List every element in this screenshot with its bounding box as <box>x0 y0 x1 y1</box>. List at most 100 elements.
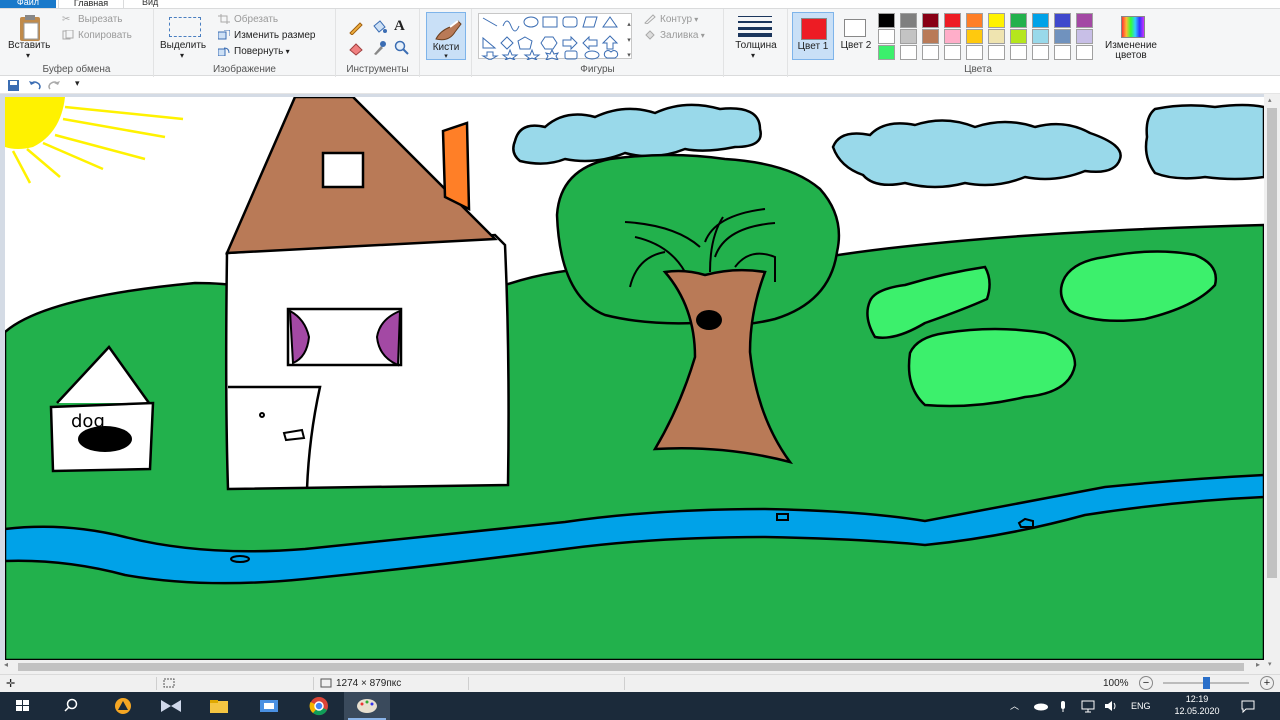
palette-color-swatch[interactable] <box>988 13 1005 28</box>
palette-color-swatch[interactable] <box>944 45 961 60</box>
tab-file[interactable]: Файл <box>0 0 56 8</box>
palette-color-swatch[interactable] <box>878 13 895 28</box>
taskbar-app-2[interactable] <box>148 692 194 720</box>
palette-color-swatch[interactable] <box>988 29 1005 44</box>
zoom-slider-thumb[interactable] <box>1203 677 1210 689</box>
start-button[interactable] <box>0 692 46 720</box>
input-language[interactable]: ENG <box>1131 692 1151 720</box>
scroll-right-icon[interactable]: ▸ <box>1256 660 1260 669</box>
notifications-icon[interactable] <box>1240 692 1256 720</box>
select-dropdown-icon[interactable]: ▾ <box>180 51 184 60</box>
size-button[interactable]: Толщина <box>730 40 782 51</box>
onedrive-icon[interactable] <box>1033 692 1049 720</box>
tab-home[interactable]: Главная <box>58 0 124 8</box>
fill-button[interactable]: Заливка ▾ <box>644 30 705 41</box>
microphone-icon[interactable] <box>1058 692 1068 720</box>
scroll-left-icon[interactable]: ◂ <box>4 660 8 669</box>
palette-color-swatch[interactable] <box>1010 29 1027 44</box>
crop-button[interactable]: Обрезать <box>218 14 278 25</box>
outline-button[interactable]: Контур ▾ <box>644 14 698 25</box>
zoom-in-button[interactable]: + <box>1260 676 1274 690</box>
chimney <box>441 121 471 212</box>
taskbar-app-3[interactable] <box>246 692 292 720</box>
edit-colors-button[interactable]: Изменение цветов <box>1098 13 1164 61</box>
tab-view[interactable]: Вид <box>130 0 170 8</box>
select-icon[interactable] <box>169 17 201 37</box>
text-tool-icon[interactable]: A <box>394 18 410 34</box>
search-button[interactable] <box>48 692 94 720</box>
tray-overflow-icon[interactable]: ︿ <box>1010 692 1019 720</box>
palette-color-swatch[interactable] <box>1076 45 1093 60</box>
cut-button[interactable]: ✂ Вырезать <box>62 14 122 25</box>
crop-label: Обрезать <box>234 14 279 25</box>
paint-taskbar-button[interactable] <box>344 692 390 720</box>
color-picker-icon[interactable] <box>371 40 387 56</box>
palette-color-swatch[interactable] <box>922 45 939 60</box>
cursor-position-icon: ✛ <box>6 678 16 690</box>
network-icon[interactable] <box>1080 692 1096 720</box>
color2-button[interactable]: Цвет 2 <box>838 12 874 60</box>
palette-color-swatch[interactable] <box>900 45 917 60</box>
paste-button[interactable]: Вставить <box>8 40 50 51</box>
shapes-gallery[interactable]: ▴ ▾ ▾ <box>478 13 632 61</box>
palette-color-swatch[interactable] <box>900 13 917 28</box>
paste-icon[interactable] <box>16 14 44 42</box>
palette-color-swatch[interactable] <box>966 45 983 60</box>
palette-color-swatch[interactable] <box>988 45 1005 60</box>
chrome-button[interactable] <box>296 692 342 720</box>
file-explorer-button[interactable] <box>196 692 242 720</box>
scroll-down-icon[interactable]: ▾ <box>1268 660 1272 668</box>
qat-customize-icon[interactable]: ▾ <box>75 78 80 89</box>
palette-color-swatch[interactable] <box>1032 13 1049 28</box>
horizontal-scrollbar[interactable]: ◂ ▸ <box>0 660 1264 674</box>
drawing-canvas[interactable]: dog <box>5 97 1264 660</box>
taskbar-app-1[interactable] <box>100 692 146 720</box>
undo-icon[interactable] <box>28 78 41 91</box>
eraser-icon[interactable] <box>348 40 364 56</box>
palette-color-swatch[interactable] <box>966 29 983 44</box>
search-icon <box>64 698 78 712</box>
save-icon[interactable] <box>8 80 19 91</box>
cloud-2 <box>831 119 1122 189</box>
brushes-button[interactable]: Кисти ▾ <box>426 12 466 60</box>
palette-color-swatch[interactable] <box>944 29 961 44</box>
palette-color-swatch[interactable] <box>1032 29 1049 44</box>
rotate-button[interactable]: Повернуть ▾ <box>217 46 290 57</box>
copy-button[interactable]: Копировать <box>62 29 132 41</box>
resize-button[interactable]: Изменить размер <box>217 29 315 41</box>
palette-color-swatch[interactable] <box>1076 13 1093 28</box>
magnifier-icon[interactable] <box>394 40 410 56</box>
zoom-out-button[interactable]: − <box>1139 676 1153 690</box>
vertical-scrollbar[interactable]: ▴ <box>1264 94 1280 660</box>
pencil-icon[interactable] <box>348 19 364 36</box>
palette-color-swatch[interactable] <box>900 29 917 44</box>
color1-button[interactable]: Цвет 1 <box>792 12 834 60</box>
tools-group-label: Инструменты <box>346 64 409 75</box>
scroll-up-icon[interactable]: ▴ <box>1268 96 1272 104</box>
palette-color-swatch[interactable] <box>1010 13 1027 28</box>
palette-color-swatch[interactable] <box>1054 13 1071 28</box>
redo-icon[interactable] <box>48 78 61 91</box>
line-size-icon[interactable] <box>738 15 772 37</box>
palette-color-swatch[interactable] <box>944 13 961 28</box>
horizontal-scroll-thumb[interactable] <box>18 663 1244 671</box>
palette-color-swatch[interactable] <box>878 45 895 60</box>
status-separator <box>468 677 469 690</box>
size-dropdown-icon[interactable]: ▾ <box>751 51 755 60</box>
volume-icon[interactable] <box>1103 692 1119 720</box>
palette-color-swatch[interactable] <box>1076 29 1093 44</box>
palette-color-swatch[interactable] <box>878 29 895 44</box>
fill-label: Заливка <box>660 30 699 41</box>
fill-bucket-icon[interactable] <box>371 19 387 35</box>
palette-color-swatch[interactable] <box>1054 45 1071 60</box>
palette-color-swatch[interactable] <box>1010 45 1027 60</box>
palette-color-swatch[interactable] <box>922 29 939 44</box>
select-button[interactable]: Выделить <box>160 40 206 51</box>
palette-color-swatch[interactable] <box>1032 45 1049 60</box>
paste-dropdown-icon[interactable]: ▾ <box>26 51 30 60</box>
palette-color-swatch[interactable] <box>922 13 939 28</box>
palette-color-swatch[interactable] <box>1054 29 1071 44</box>
palette-color-swatch[interactable] <box>966 13 983 28</box>
vertical-scroll-thumb[interactable] <box>1267 108 1277 578</box>
clock[interactable]: 12:19 12.05.2020 <box>1160 693 1234 717</box>
